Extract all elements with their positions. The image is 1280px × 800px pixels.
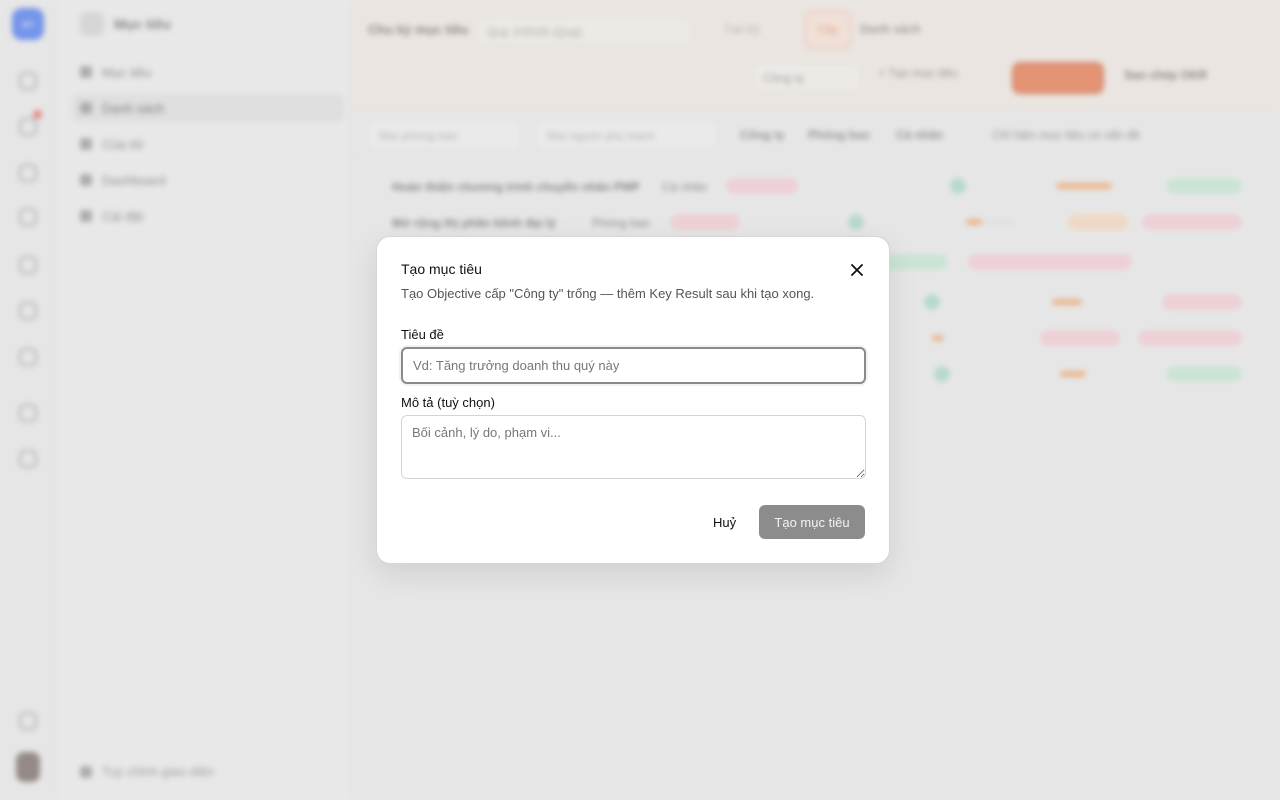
dialog-title: Tạo mục tiêu xyxy=(401,261,482,277)
description-input[interactable] xyxy=(401,415,866,479)
close-icon xyxy=(851,264,863,276)
create-goal-button[interactable]: Tạo mục tiêu xyxy=(759,505,865,539)
cancel-button[interactable]: Huỷ xyxy=(703,505,746,539)
close-button[interactable] xyxy=(847,260,867,280)
title-input[interactable] xyxy=(401,347,866,384)
dialog-description: Tạo Objective cấp "Công ty" trống — thêm… xyxy=(401,286,815,301)
title-field-label: Tiêu đề xyxy=(401,327,444,342)
create-goal-dialog: Tạo mục tiêu Tạo Objective cấp "Công ty"… xyxy=(376,236,890,564)
description-field-label: Mô tả (tuỳ chọn) xyxy=(401,395,495,410)
